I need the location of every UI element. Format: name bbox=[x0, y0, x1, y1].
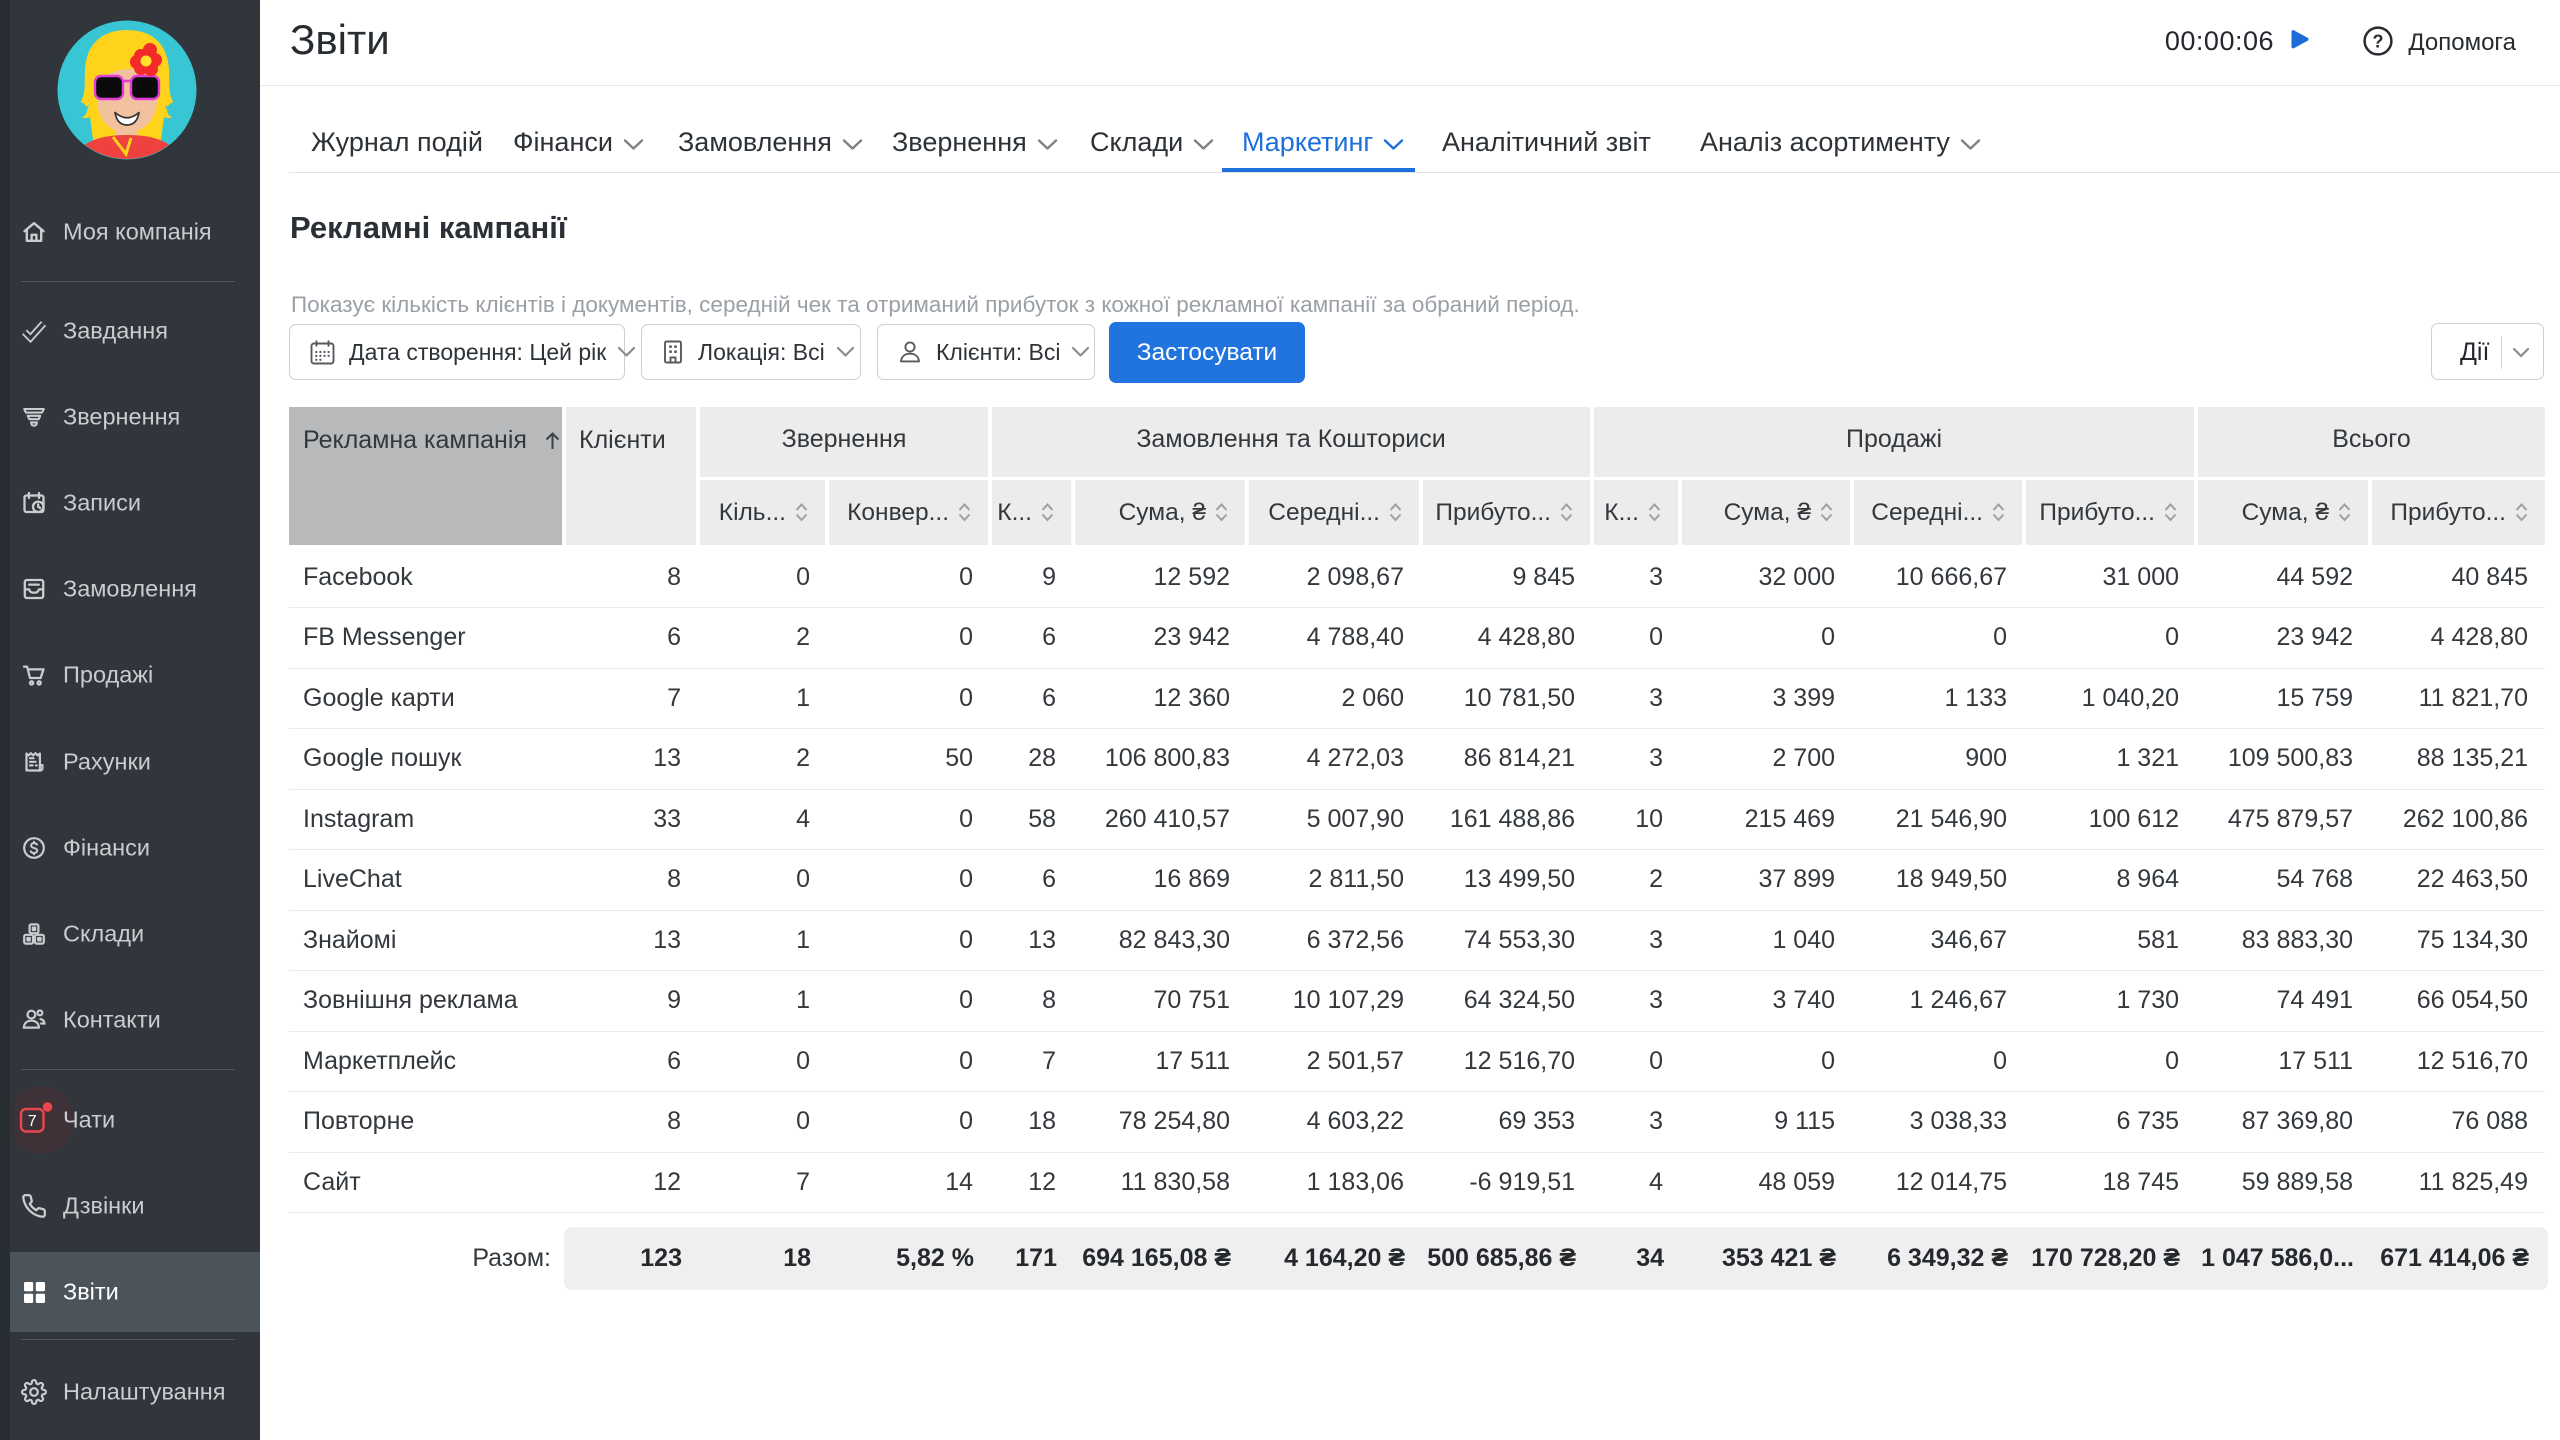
svg-text:7: 7 bbox=[28, 1113, 37, 1130]
svg-text:?: ? bbox=[2373, 32, 2384, 52]
